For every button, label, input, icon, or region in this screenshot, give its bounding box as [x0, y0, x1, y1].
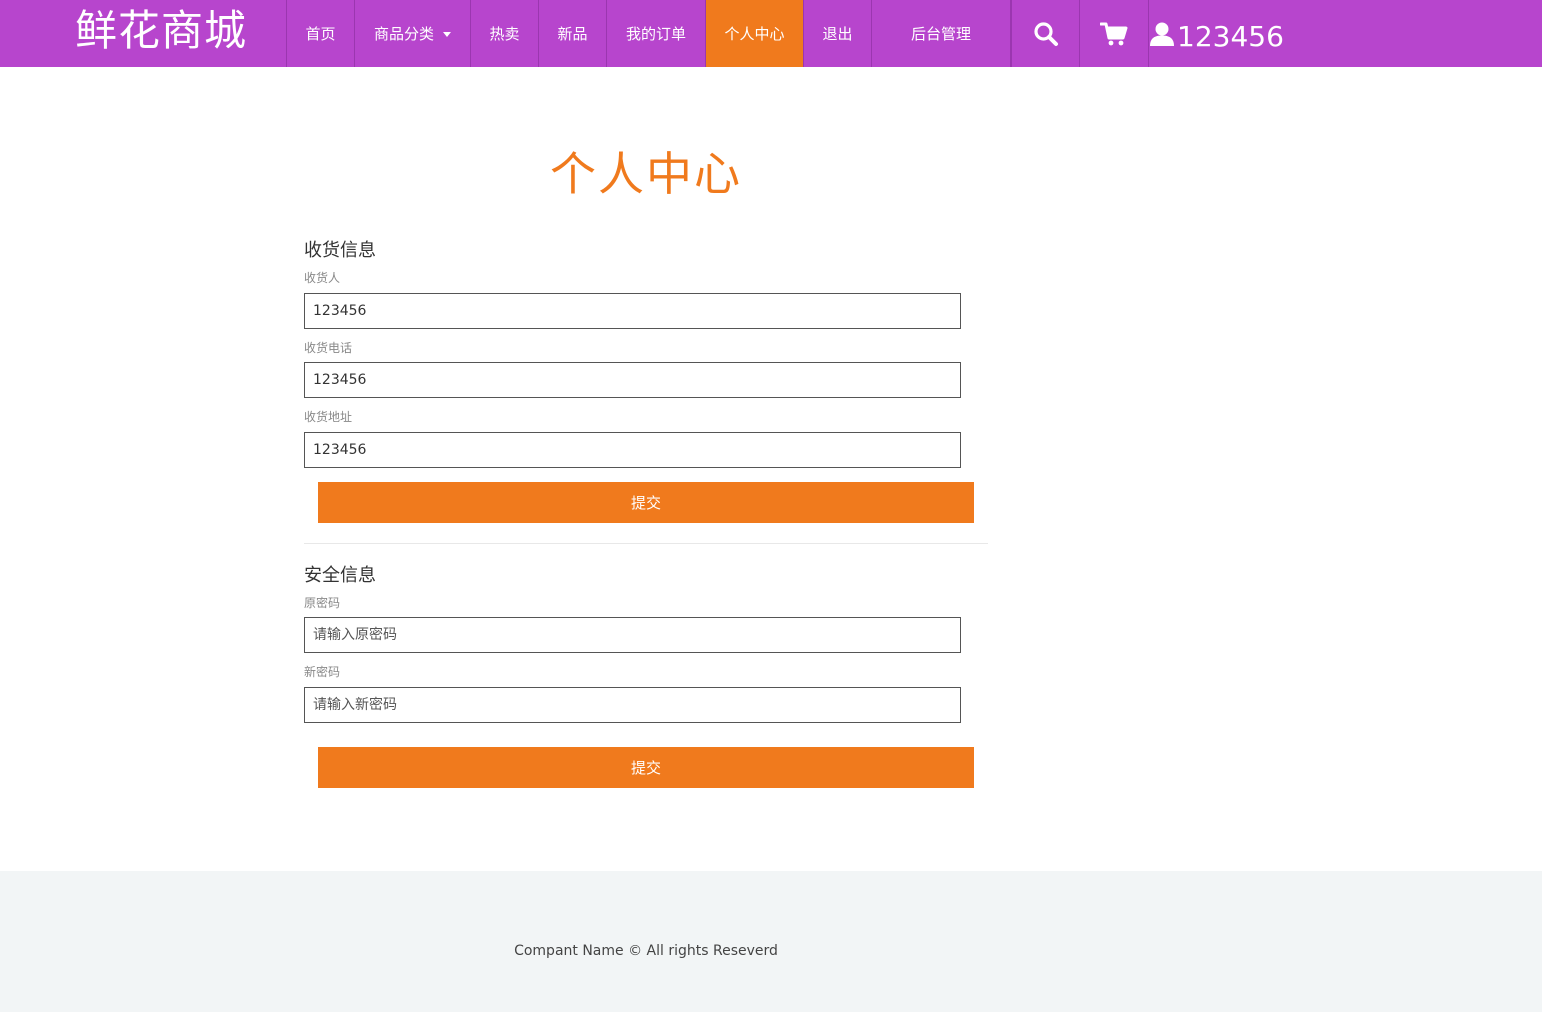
nav-item-label: 后台管理 [910, 25, 971, 43]
security-section-heading: 安全信息 [304, 565, 376, 586]
new-password-label: 新密码 [304, 665, 341, 679]
address-label: 收货地址 [304, 410, 353, 424]
nav-item-hot[interactable]: 热卖 [470, 0, 538, 67]
nav-item-label: 热卖 [489, 25, 520, 43]
top-navbar: 鲜花商城 首页 商品分类 热卖 新品 我的订单 个人中心 退出 后台管理 123… [0, 0, 1542, 67]
main-nav: 首页 商品分类 热卖 新品 我的订单 个人中心 退出 后台管理 [286, 0, 1011, 67]
cart-icon [1099, 22, 1127, 45]
address-input[interactable] [304, 432, 961, 468]
nav-item-label: 新品 [557, 25, 588, 43]
nav-item-label: 个人中心 [724, 25, 785, 43]
old-password-input[interactable] [304, 617, 961, 653]
shipping-section-heading: 收货信息 [304, 240, 376, 261]
nav-item-admin[interactable]: 后台管理 [871, 0, 1011, 67]
nav-item-home[interactable]: 首页 [286, 0, 354, 67]
page-title: 个人中心 [550, 147, 742, 201]
nav-item-label: 我的订单 [625, 25, 686, 43]
nav-item-new[interactable]: 新品 [538, 0, 606, 67]
footer-copyright: Compant Name © All rights Reseverd [514, 943, 778, 959]
nav-item-label: 商品分类 [373, 25, 434, 43]
new-password-input[interactable] [304, 687, 961, 723]
receiver-input[interactable] [304, 293, 961, 329]
caret-down-icon [443, 32, 451, 37]
username-label: 123456 [1177, 20, 1284, 53]
receiver-label: 收货人 [304, 271, 341, 285]
nav-item-categories[interactable]: 商品分类 [354, 0, 470, 67]
nav-item-logout[interactable]: 退出 [803, 0, 871, 67]
user-menu[interactable]: 123456 [1148, 0, 1284, 67]
phone-input[interactable] [304, 362, 961, 398]
user-icon [1150, 22, 1174, 46]
nav-item-label: 首页 [305, 25, 336, 43]
nav-item-my-orders[interactable]: 我的订单 [606, 0, 705, 67]
nav-item-label: 退出 [822, 25, 853, 43]
search-button[interactable] [1011, 0, 1079, 67]
brand-logo[interactable]: 鲜花商城 [75, 4, 247, 58]
nav-item-profile[interactable]: 个人中心 [705, 0, 803, 67]
password-submit-button[interactable]: 提交 [318, 747, 974, 788]
section-divider [304, 543, 988, 544]
cart-button[interactable] [1079, 0, 1147, 67]
search-icon [1033, 21, 1058, 46]
shipping-submit-button[interactable]: 提交 [318, 482, 974, 523]
footer: Compant Name © All rights Reseverd [0, 871, 1542, 1012]
phone-label: 收货电话 [304, 341, 353, 355]
old-password-label: 原密码 [304, 596, 341, 610]
